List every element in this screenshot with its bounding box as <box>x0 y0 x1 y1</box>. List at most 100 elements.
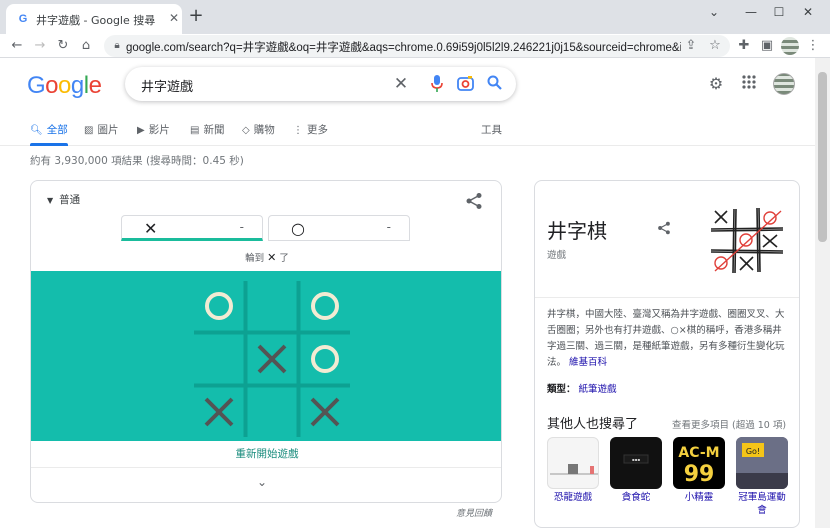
play-icon: ▶ <box>137 125 145 136</box>
difficulty-dropdown[interactable]: ▼ 普通 <box>47 192 80 207</box>
pacman-game-thumbnail[interactable]: AC-M 99 <box>673 437 725 489</box>
lock-icon[interactable]: 🔒︎ <box>108 37 126 55</box>
search-nav-tabs: 🔍︎ 全部 ▨ 圖片 ▶ 影片 ▤ 新聞 ◇ 購物 ⋮ 更多 工具 <box>0 118 815 146</box>
champion-island-label[interactable]: 冠軍島運動會 <box>734 491 790 517</box>
tab-search-chevron-icon[interactable]: ⌄ <box>704 5 724 19</box>
dino-game-label[interactable]: 恐龍遊戲 <box>545 491 601 504</box>
search-input[interactable]: 井字遊戲 <box>141 76 193 95</box>
player-x-score: ✕ - <box>121 215 263 241</box>
browser-tab-strip: G 井字遊戲 - Google 搜尋 ✕ + ⌄ — ☐ ✕ <box>0 0 830 34</box>
tab-label: 影片 <box>148 124 170 136</box>
knowledge-panel: 井字棋 遊戲 井字棋，中國大陸、臺灣又稱為井字遊戲、圈圈叉叉、大舌圈圈；另外也有… <box>534 180 800 528</box>
new-tab-plus-icon[interactable]: + <box>187 7 205 26</box>
champion-island-thumbnail[interactable]: Go! <box>736 437 788 489</box>
wikipedia-link[interactable]: 維基百科 <box>569 357 607 368</box>
profile-avatar[interactable] <box>781 37 799 55</box>
back-arrow-icon[interactable]: ← <box>8 37 26 55</box>
kp-subtitle: 遊戲 <box>547 250 567 261</box>
side-panel-icon[interactable]: ▣ <box>758 37 776 55</box>
restart-game-button[interactable]: 重新開始遊戲 <box>31 446 501 461</box>
minimize-icon[interactable]: — <box>741 5 761 19</box>
difficulty-label: 普通 <box>59 194 81 206</box>
tab-more[interactable]: ⋮ 更多 <box>293 122 328 137</box>
kp-type-label: 類型： <box>547 384 576 395</box>
x-score-value: - <box>239 220 244 234</box>
account-avatar[interactable] <box>773 73 795 95</box>
game-board-area <box>31 271 502 441</box>
search-box[interactable]: 井字遊戲 ✕ <box>125 67 516 101</box>
o-score-value: - <box>386 220 391 234</box>
tab-label: 新聞 <box>203 124 225 136</box>
divider <box>535 297 799 298</box>
tab-label: 購物 <box>253 124 275 136</box>
view-more-link[interactable]: 查看更多項目 (超過 10 項) <box>672 417 786 431</box>
google-apps-grid-icon[interactable] <box>739 74 759 94</box>
expand-chevron-icon[interactable]: ⌄ <box>257 475 267 489</box>
player-o-score: ○ - <box>268 215 410 241</box>
tab-label: 圖片 <box>97 124 119 136</box>
maximize-icon[interactable]: ☐ <box>769 5 789 19</box>
scrollbar-thumb[interactable] <box>818 72 827 242</box>
chrome-menu-icon[interactable]: ⋮ <box>804 37 822 55</box>
address-bar[interactable]: 🔒︎ google.com/search?q=井字遊戲&oq=井字遊戲&aqs=… <box>104 35 730 57</box>
more-vert-icon: ⋮ <box>293 125 303 136</box>
turn-symbol: ✕ <box>267 251 277 264</box>
o-mark <box>311 345 339 373</box>
tab-news[interactable]: ▤ 新聞 <box>190 122 224 137</box>
image-icon: ▨ <box>84 125 94 136</box>
tab-all[interactable]: 🔍︎ 全部 <box>30 122 68 137</box>
snake-game-label[interactable]: 貪食蛇 <box>608 491 664 504</box>
kp-type-row: 類型： 紙筆遊戲 <box>547 381 617 395</box>
voice-search-mic-icon[interactable] <box>428 75 446 93</box>
url-text[interactable]: google.com/search?q=井字遊戲&oq=井字遊戲&aqs=chr… <box>126 39 681 55</box>
google-logo[interactable]: Google <box>27 72 102 100</box>
turn-suffix: 了 <box>279 253 289 264</box>
settings-gear-icon[interactable]: ⚙ <box>706 74 726 94</box>
reload-icon[interactable]: ↻ <box>54 37 72 55</box>
page-scrollbar[interactable] <box>815 58 830 528</box>
tic-tac-toe-card: ▼ 普通 ✕ - ○ - 輪到 ✕ 了 重新開始遊戲 ⌄ <box>30 180 502 503</box>
dino-game-thumbnail[interactable] <box>547 437 599 489</box>
svg-text:AC-M: AC-M <box>678 445 719 461</box>
home-icon[interactable]: ⌂ <box>77 37 95 55</box>
window-close-icon[interactable]: ✕ <box>798 5 818 19</box>
forward-arrow-icon[interactable]: → <box>31 37 49 55</box>
o-mark-icon: ○ <box>291 219 305 238</box>
divider <box>31 467 501 468</box>
search-icon[interactable] <box>485 75 503 93</box>
turn-prefix: 輪到 <box>245 253 265 264</box>
bookmark-star-icon[interactable]: ☆ <box>706 37 724 55</box>
game-board[interactable] <box>31 271 502 441</box>
tab-close-icon[interactable]: ✕ <box>166 10 182 26</box>
result-stats: 約有 3,930,000 項結果 (搜尋時間：0.45 秒) <box>30 155 244 167</box>
lens-camera-icon[interactable] <box>456 75 474 93</box>
x-mark-icon: ✕ <box>144 219 158 238</box>
share-icon[interactable] <box>657 221 671 235</box>
feedback-link[interactable]: 意見回饋 <box>456 506 492 519</box>
share-page-icon[interactable]: ⇪ <box>682 37 700 55</box>
clear-search-icon[interactable]: ✕ <box>392 75 410 93</box>
share-icon[interactable] <box>465 192 483 210</box>
tools-button[interactable]: 工具 <box>481 122 502 137</box>
pacman-game-label[interactable]: 小精靈 <box>671 491 727 504</box>
active-tab-indicator <box>30 143 68 146</box>
browser-tab[interactable]: G 井字遊戲 - Google 搜尋 ✕ <box>6 4 182 34</box>
extensions-puzzle-icon[interactable]: ✚ <box>735 37 753 55</box>
tab-title: 井字遊戲 - Google 搜尋 <box>36 14 156 27</box>
people-also-search-title: 其他人也搜尋了 <box>547 417 639 432</box>
svg-text:▪▪▪: ▪▪▪ <box>632 457 640 462</box>
browser-toolbar: ← → ↻ ⌂ 🔒︎ google.com/search?q=井字遊戲&oq=井… <box>0 34 830 58</box>
tab-videos[interactable]: ▶ 影片 <box>137 122 170 137</box>
tab-shopping[interactable]: ◇ 購物 <box>242 122 275 137</box>
dropdown-arrow-icon: ▼ <box>47 196 54 205</box>
o-mark <box>311 292 339 320</box>
snake-game-thumbnail[interactable]: ▪▪▪ <box>610 437 662 489</box>
tag-icon: ◇ <box>242 125 250 136</box>
tic-tac-toe-sketch-image[interactable] <box>707 205 785 275</box>
news-icon: ▤ <box>190 125 200 136</box>
kp-description: 井字棋，中國大陸、臺灣又稱為井字遊戲、圈圈叉叉、大舌圈圈；另外也有打井遊戲、○×… <box>547 307 791 371</box>
turn-indicator: 輪到 ✕ 了 <box>31 250 501 264</box>
tab-images[interactable]: ▨ 圖片 <box>84 122 118 137</box>
kp-type-link[interactable]: 紙筆遊戲 <box>579 384 617 395</box>
kp-title: 井字棋 <box>547 219 607 243</box>
